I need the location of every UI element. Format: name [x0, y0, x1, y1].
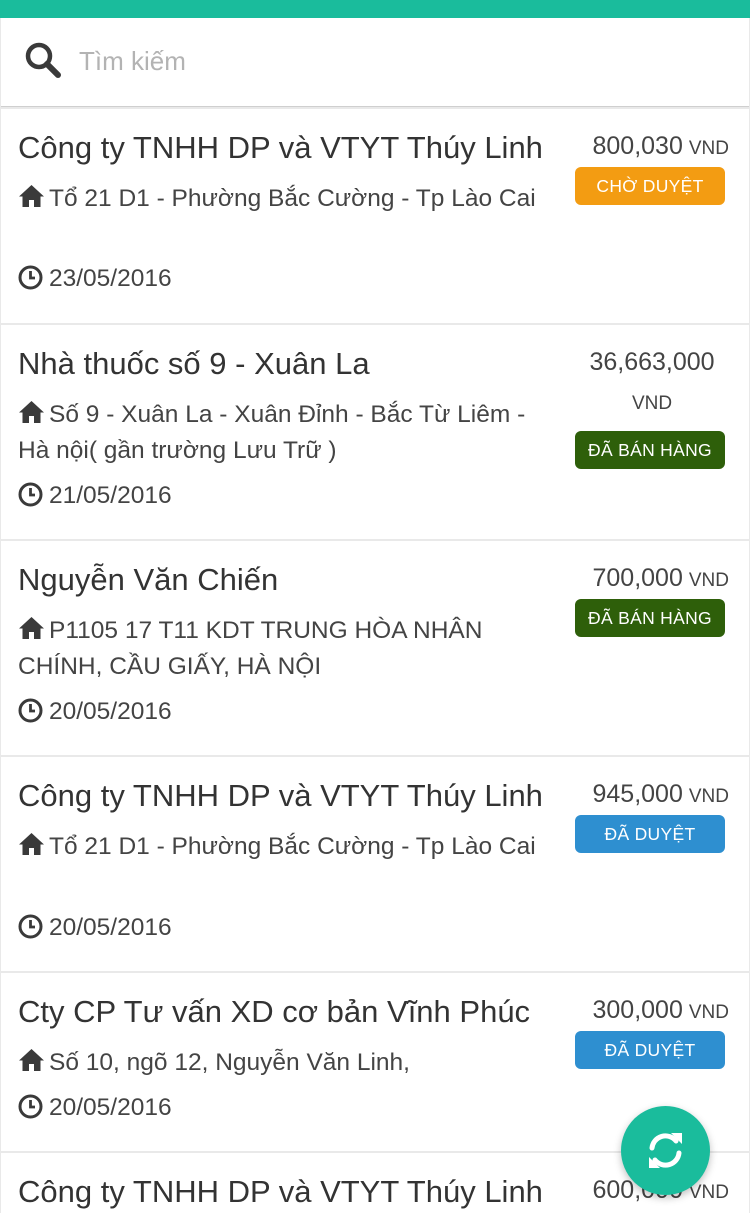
address-text: P1105 17 T11 KDT TRUNG HÒA NHÂN CHÍNH, C…: [18, 617, 483, 680]
date: 20/05/2016: [18, 913, 172, 943]
order-amount: 36,663,000 VND: [577, 341, 727, 425]
home-icon: [19, 185, 44, 207]
address: Tổ 21 D1 - Phường Bắc Cường - Tp Lào Cai: [18, 181, 563, 217]
amount-value: 300,000: [592, 996, 683, 1024]
currency: VND: [688, 138, 729, 159]
customer-name: Công ty TNHH DP và VTYT Thúy Linh: [18, 1174, 543, 1209]
order-amount: 300,000 VND: [593, 995, 730, 1028]
customer-name: Cty CP Tư vấn XD cơ bản Vĩnh Phúc: [18, 994, 531, 1029]
address-text: Tổ 21 D1 - Phường Bắc Cường - Tp Lào Cai: [49, 185, 536, 212]
top-bar: [0, 0, 750, 18]
refresh-button[interactable]: [621, 1106, 710, 1195]
date: 23/05/2016: [18, 264, 172, 294]
address: P1105 17 T11 KDT TRUNG HÒA NHÂN CHÍNH, C…: [18, 613, 563, 685]
search-input[interactable]: [67, 36, 707, 86]
list-item[interactable]: Nhà thuốc số 9 - Xuân La Số 9 - Xuân La …: [1, 325, 749, 539]
customer-name: Công ty TNHH DP và VTYT Thúy Linh: [18, 130, 543, 165]
home-icon: [19, 1049, 44, 1071]
order-amount: 945,000 VND: [593, 779, 730, 812]
date-text: 23/05/2016: [49, 265, 172, 292]
date: 20/05/2016: [18, 1093, 172, 1123]
address-text: Số 9 - Xuân La - Xuân Đỉnh - Bắc Từ Liêm…: [18, 401, 526, 464]
clock-icon: [18, 482, 43, 507]
date-text: 20/05/2016: [49, 1094, 172, 1121]
date-text: 21/05/2016: [49, 482, 172, 509]
refresh-icon: [649, 1133, 682, 1168]
clock-icon: [18, 1094, 43, 1119]
address: Số 10, ngõ 12, Nguyễn Văn Linh,: [18, 1045, 563, 1081]
customer-name: Nguyễn Văn Chiến: [18, 562, 279, 597]
amount-value: 700,000: [592, 564, 683, 592]
search-icon[interactable]: [23, 40, 63, 80]
amount-value: 800,030: [592, 132, 683, 160]
home-icon: [19, 617, 44, 639]
date-text: 20/05/2016: [49, 698, 172, 725]
clock-icon: [18, 265, 43, 290]
customer-name: Công ty TNHH DP và VTYT Thúy Linh: [18, 778, 543, 813]
amount-value: 945,000: [592, 780, 683, 808]
date-text: 20/05/2016: [49, 914, 172, 941]
currency: VND: [688, 570, 729, 591]
customer-name: Nhà thuốc số 9 - Xuân La: [18, 346, 370, 381]
status-badge: ĐÃ BÁN HÀNG: [575, 599, 725, 637]
address: Số 9 - Xuân La - Xuân Đỉnh - Bắc Từ Liêm…: [18, 397, 563, 469]
status-badge: ĐÃ DUYỆT: [575, 1031, 725, 1069]
home-icon: [19, 401, 44, 423]
list-item[interactable]: Công ty TNHH DP và VTYT Thúy Linh Tổ 21 …: [1, 757, 749, 971]
status-badge: CHỜ DUYỆT: [575, 167, 725, 205]
search-bar: [1, 18, 749, 107]
currency: VND: [631, 393, 673, 414]
address-text: Tổ 21 D1 - Phường Bắc Cường - Tp Lào Cai: [49, 833, 536, 860]
order-amount: 800,030 VND: [593, 131, 730, 164]
list-item[interactable]: Công ty TNHH DP và VTYT Thúy Linh Tổ 21 …: [1, 109, 749, 323]
clock-icon: [18, 698, 43, 723]
amount-value: 36,663,000: [589, 348, 715, 376]
date: 21/05/2016: [18, 481, 172, 511]
address: Tổ 21 D1 - Phường Bắc Cường - Tp Lào Cai: [18, 829, 563, 865]
list-item[interactable]: Nguyễn Văn Chiến P1105 17 T11 KDT TRUNG …: [1, 541, 749, 755]
home-icon: [19, 833, 44, 855]
status-badge: ĐÃ BÁN HÀNG: [575, 431, 725, 469]
currency: VND: [688, 786, 729, 807]
currency: VND: [688, 1002, 729, 1023]
clock-icon: [18, 914, 43, 939]
order-amount: 700,000 VND: [593, 563, 730, 596]
status-badge: ĐÃ DUYỆT: [575, 815, 725, 853]
date: 20/05/2016: [18, 697, 172, 727]
address-text: Số 10, ngõ 12, Nguyễn Văn Linh,: [49, 1049, 410, 1076]
